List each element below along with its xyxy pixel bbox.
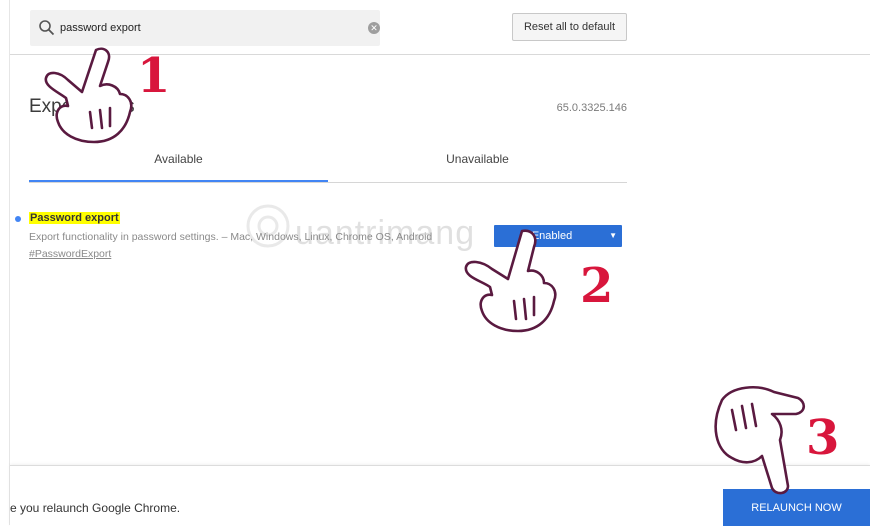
experiment-name: Password export [29, 212, 120, 224]
version-label: 65.0.3325.146 [556, 102, 627, 114]
pointing-hand-icon [44, 47, 133, 144]
close-circle-icon[interactable]: ✕ [368, 22, 380, 34]
chevron-down-icon: ▼ [609, 231, 617, 240]
reset-all-button[interactable]: Reset all to default [512, 13, 627, 41]
step-2-label: 2 [580, 258, 614, 314]
search-input[interactable] [60, 19, 340, 37]
step-3-label: 3 [806, 410, 840, 466]
window-edge [9, 0, 10, 525]
search-box[interactable]: ✕ [30, 10, 380, 46]
search-icon [39, 20, 55, 36]
search-header: ✕ Reset all to default [10, 0, 870, 55]
experiment-link[interactable]: #PasswordExport [29, 248, 111, 260]
tab-unavailable[interactable]: Unavailable [328, 140, 627, 180]
experiment-description: Export functionality in password setting… [29, 231, 433, 243]
pointing-hand-icon [464, 229, 557, 333]
relaunch-message: e you relaunch Google Chrome. [10, 501, 181, 515]
experiment-bullet [15, 216, 21, 222]
step-1-label: 1 [137, 48, 171, 104]
pointing-hand-icon [714, 386, 806, 495]
